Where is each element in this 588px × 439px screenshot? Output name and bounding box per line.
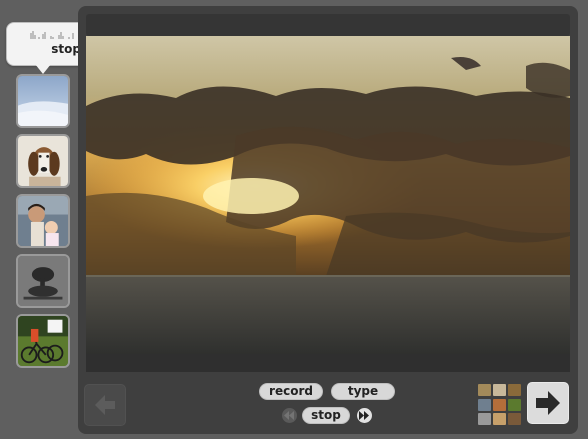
cyclists-image (18, 316, 68, 366)
grid-tile (508, 413, 521, 426)
viewer-panel: record type stop (78, 6, 578, 434)
rewind-icon (284, 411, 294, 420)
snow-slope-image (18, 76, 68, 126)
audio-waveform-icon (30, 31, 82, 39)
rewind-button[interactable] (282, 408, 297, 423)
fast-forward-button[interactable] (357, 408, 372, 423)
thumbnail-tree-silhouette[interactable] (16, 254, 70, 308)
basset-hound-image (18, 136, 68, 186)
grid-tile (493, 398, 506, 411)
thumbnail-man-with-baby[interactable] (16, 194, 70, 248)
main-photo[interactable] (86, 36, 570, 354)
viewer-bottom-strip (86, 354, 570, 372)
sunset-over-sea-image (86, 36, 570, 354)
tree-silhouette-image (18, 256, 68, 306)
thumbnail-basset-hound[interactable] (16, 134, 70, 188)
next-button[interactable] (527, 382, 569, 424)
grid-tile (493, 413, 506, 426)
grid-tile (478, 384, 491, 396)
stop-button[interactable]: stop (302, 407, 350, 424)
grid-tile (478, 413, 491, 426)
man-with-baby-image (18, 196, 68, 246)
grid-tile (493, 384, 506, 396)
thumbnail-grid-icon[interactable] (478, 384, 522, 426)
tooltip-label: stop (51, 42, 81, 56)
arrow-left-icon (95, 395, 115, 415)
thumbnail-snow-slope[interactable] (16, 74, 70, 128)
grid-tile (508, 398, 521, 411)
record-button[interactable]: record (259, 383, 323, 400)
type-button[interactable]: type (331, 383, 395, 400)
grid-tile (478, 398, 491, 411)
arrow-right-icon (536, 391, 560, 415)
viewer-top-bar (86, 14, 570, 36)
previous-button[interactable] (84, 384, 126, 426)
thumbnail-cyclists[interactable] (16, 314, 70, 368)
grid-tile (508, 384, 521, 396)
fast-forward-icon (359, 411, 369, 420)
